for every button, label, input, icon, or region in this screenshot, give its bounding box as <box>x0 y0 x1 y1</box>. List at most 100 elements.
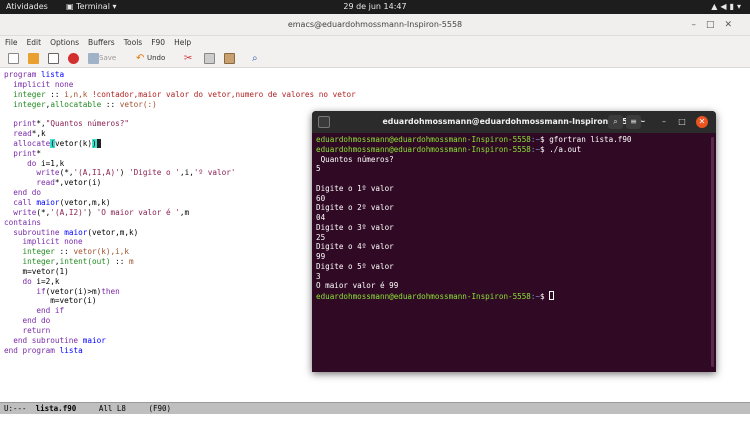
code-line: write(*,'(A,I2)') 'O maior valor é ',m <box>13 207 190 217</box>
terminal-line: 3 <box>316 271 321 281</box>
copy-icon <box>204 52 215 64</box>
maximize-icon[interactable]: □ <box>676 116 688 128</box>
save-icon <box>88 52 99 64</box>
code-line: return <box>22 325 51 335</box>
volume-icon: ◀ <box>720 2 730 11</box>
close-icon[interactable]: ✕ <box>724 20 742 30</box>
new-file-icon <box>8 52 19 64</box>
code-line: program lista <box>4 70 65 79</box>
window-title: emacs@eduardohmossmann-Inspiron-5558 <box>287 20 463 29</box>
terminal-line: eduardohmossmann@eduardohmossmann-Inspir… <box>316 135 632 144</box>
copy-button[interactable] <box>204 52 215 65</box>
battery-icon: ▮ <box>729 2 737 11</box>
code-line: write(*,'(A,I1,A)') 'Digite o ',i,'º val… <box>36 168 236 178</box>
major-mode[interactable]: (F90) <box>149 404 172 413</box>
chevron-down-icon: ▾ <box>736 2 744 11</box>
terminal-line: 99 <box>316 252 326 261</box>
paste-button[interactable] <box>224 52 235 65</box>
terminal-output[interactable]: eduardohmossmann@eduardohmossmann-Inspir… <box>316 135 632 302</box>
maximize-icon[interactable]: □ <box>706 20 725 30</box>
emacs-toolbar: Save ↶ Undo ✂ ⌕ <box>0 49 750 68</box>
buffer-status: U:--- <box>4 404 27 413</box>
code-line: allocate(vetor(k)) <box>4 138 356 149</box>
emacs-menu-bar: File Edit Options Buffers Tools F90 Help <box>0 36 750 49</box>
code-line: print* <box>13 148 42 158</box>
menu-f90[interactable]: F90 <box>151 38 165 47</box>
terminal-window[interactable]: eduardohmossmann@eduardohmossmann-Inspir… <box>312 111 716 372</box>
paste-icon <box>224 52 235 64</box>
code-buffer[interactable]: program lista implicit none integer :: i… <box>4 70 356 355</box>
window-controls: –□✕ <box>691 14 742 36</box>
new-tab-icon[interactable] <box>318 116 330 128</box>
code-line: read*,vetor(i) <box>36 178 102 188</box>
code-line: if(vetor(i)>m)then <box>36 286 120 296</box>
terminal-scrollbar[interactable] <box>711 137 714 367</box>
code-line: do i=1,k <box>27 158 65 168</box>
terminal-line: eduardohmossmann@eduardohmossmann-Inspir… <box>316 291 632 302</box>
buffer-name[interactable]: lista.f90 <box>36 404 77 413</box>
menu-help[interactable]: Help <box>174 38 191 47</box>
code-line: m=vetor(1) <box>4 266 69 276</box>
code-line: call maior(vetor,m,k) <box>13 197 111 207</box>
search-button[interactable]: ⌕ <box>252 52 263 65</box>
code-line: end program lista <box>4 345 83 355</box>
close-buffer-icon <box>68 52 79 64</box>
terminal-title: eduardohmossmann@eduardohmossmann-Inspir… <box>382 117 646 126</box>
terminal-line: O maior valor é 99 <box>316 281 399 291</box>
terminal-line: Digite o 2º valor <box>316 203 394 213</box>
terminal-line: Quantos números? <box>316 154 394 164</box>
minimize-icon[interactable]: – <box>658 116 670 128</box>
code-line: end if <box>36 306 65 316</box>
menu-edit[interactable]: Edit <box>27 38 42 47</box>
clock[interactable]: 29 de jun 14:47 <box>0 0 750 14</box>
mode-line: U:--- lista.f90 All L8 (F90) <box>0 402 750 414</box>
open-file-button[interactable] <box>28 52 39 65</box>
minibuffer[interactable] <box>0 414 750 422</box>
terminal-line: 5 <box>316 164 321 174</box>
search-icon: ⌕ <box>252 52 258 64</box>
terminal-line: Digite o 5º valor <box>316 261 394 271</box>
menu-buffers[interactable]: Buffers <box>88 38 115 47</box>
menu-tools[interactable]: Tools <box>124 38 142 47</box>
undo-label: Undo <box>147 54 166 62</box>
code-line: read*,k <box>13 129 46 139</box>
save-button[interactable]: Save <box>88 52 116 65</box>
terminal-line: 25 <box>316 232 326 242</box>
folder-icon <box>28 52 39 64</box>
cut-button[interactable]: ✂ <box>184 52 195 65</box>
dired-button[interactable] <box>48 52 59 65</box>
terminal-title-bar: eduardohmossmann@eduardohmossmann-Inspir… <box>312 111 716 133</box>
code-line: end subroutine maior <box>13 335 106 345</box>
terminal-line: Digite o 3º valor <box>316 222 394 232</box>
terminal-line: Digite o 1º valor <box>316 183 394 193</box>
scissors-icon: ✂ <box>184 52 193 64</box>
search-icon[interactable]: ⌕ <box>608 115 623 129</box>
terminal-line: 04 <box>316 213 326 222</box>
directory-icon <box>48 52 59 64</box>
undo-icon: ↶ <box>136 52 145 64</box>
code-line: contains <box>4 217 42 227</box>
close-icon[interactable]: ✕ <box>696 116 708 128</box>
minimize-icon[interactable]: – <box>691 20 706 30</box>
code-line: implicit none <box>13 79 74 89</box>
buffer-position: All L8 <box>98 404 126 413</box>
code-line: subroutine maior(vetor,m,k) <box>13 227 139 237</box>
save-label: Save <box>99 54 117 62</box>
code-line: end do <box>13 188 42 198</box>
code-line: print*,"Quantos números?" <box>13 119 129 129</box>
code-line: integer :: vetor(k),i,k <box>22 247 129 257</box>
hamburger-menu-icon[interactable]: ≡ <box>626 115 641 129</box>
new-file-button[interactable] <box>8 52 19 65</box>
menu-file[interactable]: File <box>5 38 18 47</box>
system-tray[interactable]: ▲◀▮▾ <box>711 0 744 14</box>
undo-button[interactable]: ↶ Undo <box>136 52 165 65</box>
code-line: integer :: i,n,k !contador,maior valor d… <box>13 89 356 99</box>
kill-buffer-button[interactable] <box>68 52 79 65</box>
menu-options[interactable]: Options <box>50 38 79 47</box>
terminal-line: eduardohmossmann@eduardohmossmann-Inspir… <box>316 144 582 154</box>
code-line: integer,allocatable :: vetor(:) <box>13 99 157 109</box>
terminal-line: Digite o 4º valor <box>316 242 394 252</box>
terminal-cursor <box>549 291 555 300</box>
